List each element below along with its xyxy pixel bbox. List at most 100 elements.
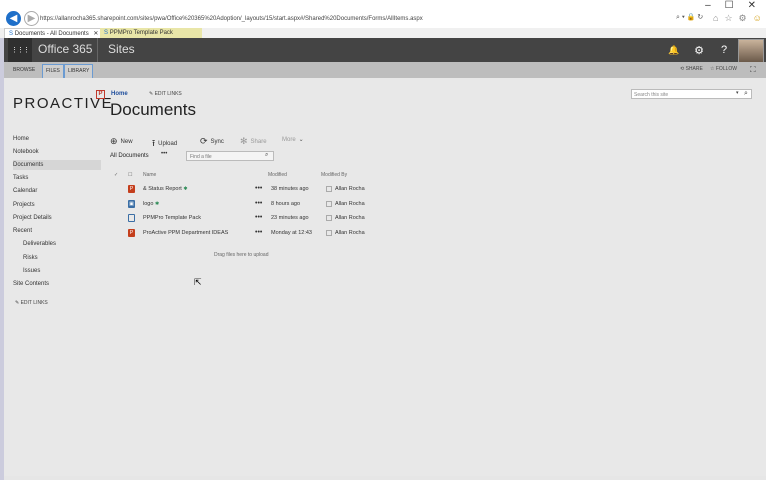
presence-icon [326, 214, 332, 221]
item-menu-button[interactable]: ••• [255, 213, 262, 223]
file-name: ProActive PPM Department IDEAS [143, 230, 229, 236]
avatar[interactable] [738, 39, 764, 63]
nav-item-risks[interactable]: Risks [23, 255, 38, 261]
edit-links-top[interactable]: ✎ EDIT LINKS [149, 91, 182, 97]
tab-close-icon[interactable]: ✕ [93, 31, 98, 37]
file-name-link[interactable]: ProActive PPM Department IDEAS [143, 228, 228, 238]
focus-content-button[interactable]: ⛶ [750, 65, 756, 75]
plus-circle-icon: ⊕ [110, 136, 118, 146]
logo-mark-icon: P [96, 90, 105, 99]
image-file-icon: ▣ [128, 200, 135, 208]
new-button[interactable]: ⊕ New [110, 136, 133, 147]
column-header-name[interactable]: Name [143, 172, 156, 178]
modified-by[interactable]: Allan Rocha [326, 184, 365, 194]
waffle-icon: ⋮⋮⋮ [11, 47, 30, 54]
gear-icon: ⚙ [694, 44, 704, 57]
nav-item-issues[interactable]: Issues [23, 268, 40, 274]
modified-date: Monday at 12:43 [271, 230, 312, 236]
search-icon[interactable]: ⌕ [265, 152, 268, 159]
back-button[interactable]: ◀ [6, 11, 21, 26]
table-row[interactable]: P ProActive PPM Department IDEAS ••• Mon… [110, 228, 380, 242]
fullscreen-icon: ⛶ [750, 65, 756, 74]
drag-drop-hint[interactable]: Drag files here to upload [214, 252, 268, 258]
tab-label: PPMPro Template Pack [109, 30, 173, 36]
file-name-link[interactable]: & Status Report ✱ [143, 184, 188, 194]
url-field[interactable]: https://allanrocha365.sharepoint.com/sit… [40, 13, 670, 25]
item-menu-button[interactable]: ••• [255, 184, 262, 194]
share-button[interactable]: ⟲ SHARE [680, 66, 703, 72]
url-controls[interactable]: ⌕ ▾ 🔒 ↻ [676, 13, 703, 22]
nav-item-calendar[interactable]: Calendar [13, 188, 37, 194]
office365-brand[interactable]: Office 365 [38, 42, 92, 56]
breadcrumb-home-link[interactable]: Home [111, 91, 128, 97]
more-label: More [282, 136, 296, 143]
mouse-cursor-icon: ⇱ [194, 277, 202, 287]
modified-date: 8 hours ago [271, 201, 301, 207]
file-name-link[interactable]: PPMPro Template Pack [143, 213, 201, 223]
tab-ppmpro-template-pack[interactable]: S PPMPro Template Pack [100, 28, 202, 38]
chevron-down-icon[interactable]: ▾ [736, 90, 739, 96]
app-launcher-button[interactable]: ⋮⋮⋮ [8, 38, 32, 62]
sharepoint-favicon-icon: S [104, 30, 109, 36]
favorites-star-icon[interactable]: ☆ [724, 13, 732, 24]
pdf-file-icon: P [128, 229, 135, 237]
share-command-label: Share [250, 138, 267, 145]
file-type-header-icon[interactable]: ☐ [128, 172, 132, 178]
upload-button[interactable]: ⭱ Upload [152, 136, 177, 152]
notifications-button[interactable]: 🔔 [662, 38, 686, 62]
table-row[interactable]: PPMPro Template Pack ••• 23 minutes ago … [110, 213, 380, 227]
find-file-input[interactable]: Find a file [186, 151, 274, 161]
modified-by[interactable]: Allan Rocha [326, 228, 365, 238]
settings-gear-icon[interactable]: ⚙ [739, 13, 747, 24]
home-icon[interactable]: ⌂ [713, 13, 718, 24]
help-button[interactable]: ? [712, 38, 736, 62]
browser-tab-bar: S Documents - All Documents ✕ S PPMPro T… [0, 28, 766, 39]
forward-button[interactable]: ▶ [24, 11, 39, 26]
item-menu-button[interactable]: ••• [255, 228, 262, 238]
select-all-checkbox[interactable]: ✓ [114, 172, 118, 178]
search-icon[interactable]: ⌕ [744, 90, 748, 98]
view-more-button[interactable]: ••• [161, 151, 167, 157]
nav-item-site-contents[interactable]: Site Contents [13, 281, 49, 287]
modified-by-name: Allan Rocha [335, 230, 365, 236]
nav-item-recent[interactable]: Recent [13, 228, 32, 234]
address-bar: ◀ ▶ https://allanrocha365.sharepoint.com… [0, 9, 766, 29]
share-command-button[interactable]: ✻ Share [240, 136, 267, 147]
modified-by[interactable]: Allan Rocha [326, 213, 365, 223]
table-row[interactable]: ▣ logo ✱ ••• 8 hours ago Allan Rocha [110, 199, 380, 213]
file-name-link[interactable]: logo ✱ [143, 199, 159, 209]
item-menu-button[interactable]: ••• [255, 199, 262, 209]
column-header-modified[interactable]: Modified [268, 172, 287, 178]
chevron-down-icon: ⌄ [298, 137, 304, 143]
settings-button[interactable]: ⚙ [687, 38, 711, 62]
nav-item-projects[interactable]: Projects [13, 202, 35, 208]
arrow-right-icon: ▶ [27, 13, 36, 24]
edit-links-nav[interactable]: ✎ EDIT LINKS [15, 300, 48, 306]
sites-link[interactable]: Sites [108, 42, 135, 56]
more-button[interactable]: More ⌄ [282, 136, 304, 144]
nav-item-deliverables[interactable]: Deliverables [23, 241, 56, 247]
presence-icon [326, 229, 332, 236]
nav-item-documents[interactable]: Documents [13, 160, 101, 170]
sync-button[interactable]: ⟳ Sync [200, 136, 224, 147]
ribbon-tab-files[interactable]: FILES [42, 64, 64, 79]
nav-item-notebook[interactable]: Notebook [13, 149, 39, 155]
follow-label: FOLLOW [715, 66, 737, 72]
view-selector[interactable]: All Documents [110, 153, 149, 159]
smiley-feedback-icon[interactable]: ☺ [753, 13, 762, 24]
table-row[interactable]: P & Status Report ✱ ••• 38 minutes ago A… [110, 184, 380, 198]
nav-item-tasks[interactable]: Tasks [13, 175, 28, 181]
nav-item-home[interactable]: Home [13, 136, 29, 142]
new-item-icon: ✱ [154, 201, 160, 207]
column-header-modified-by[interactable]: Modified By [321, 172, 347, 178]
file-name: & Status Report [143, 186, 182, 192]
site-search-input[interactable]: Search this site [631, 89, 752, 99]
ribbon-tab-browse[interactable]: BROWSE [10, 62, 38, 78]
modified-by-name: Allan Rocha [335, 215, 365, 221]
share-label: SHARE [685, 66, 703, 72]
ribbon-tab-library[interactable]: LIBRARY [64, 64, 94, 79]
nav-item-project-details[interactable]: Project Details [13, 215, 52, 221]
follow-button[interactable]: ☆ FOLLOW [710, 66, 737, 72]
folder-sync-icon [128, 214, 135, 222]
modified-by[interactable]: Allan Rocha [326, 199, 365, 209]
